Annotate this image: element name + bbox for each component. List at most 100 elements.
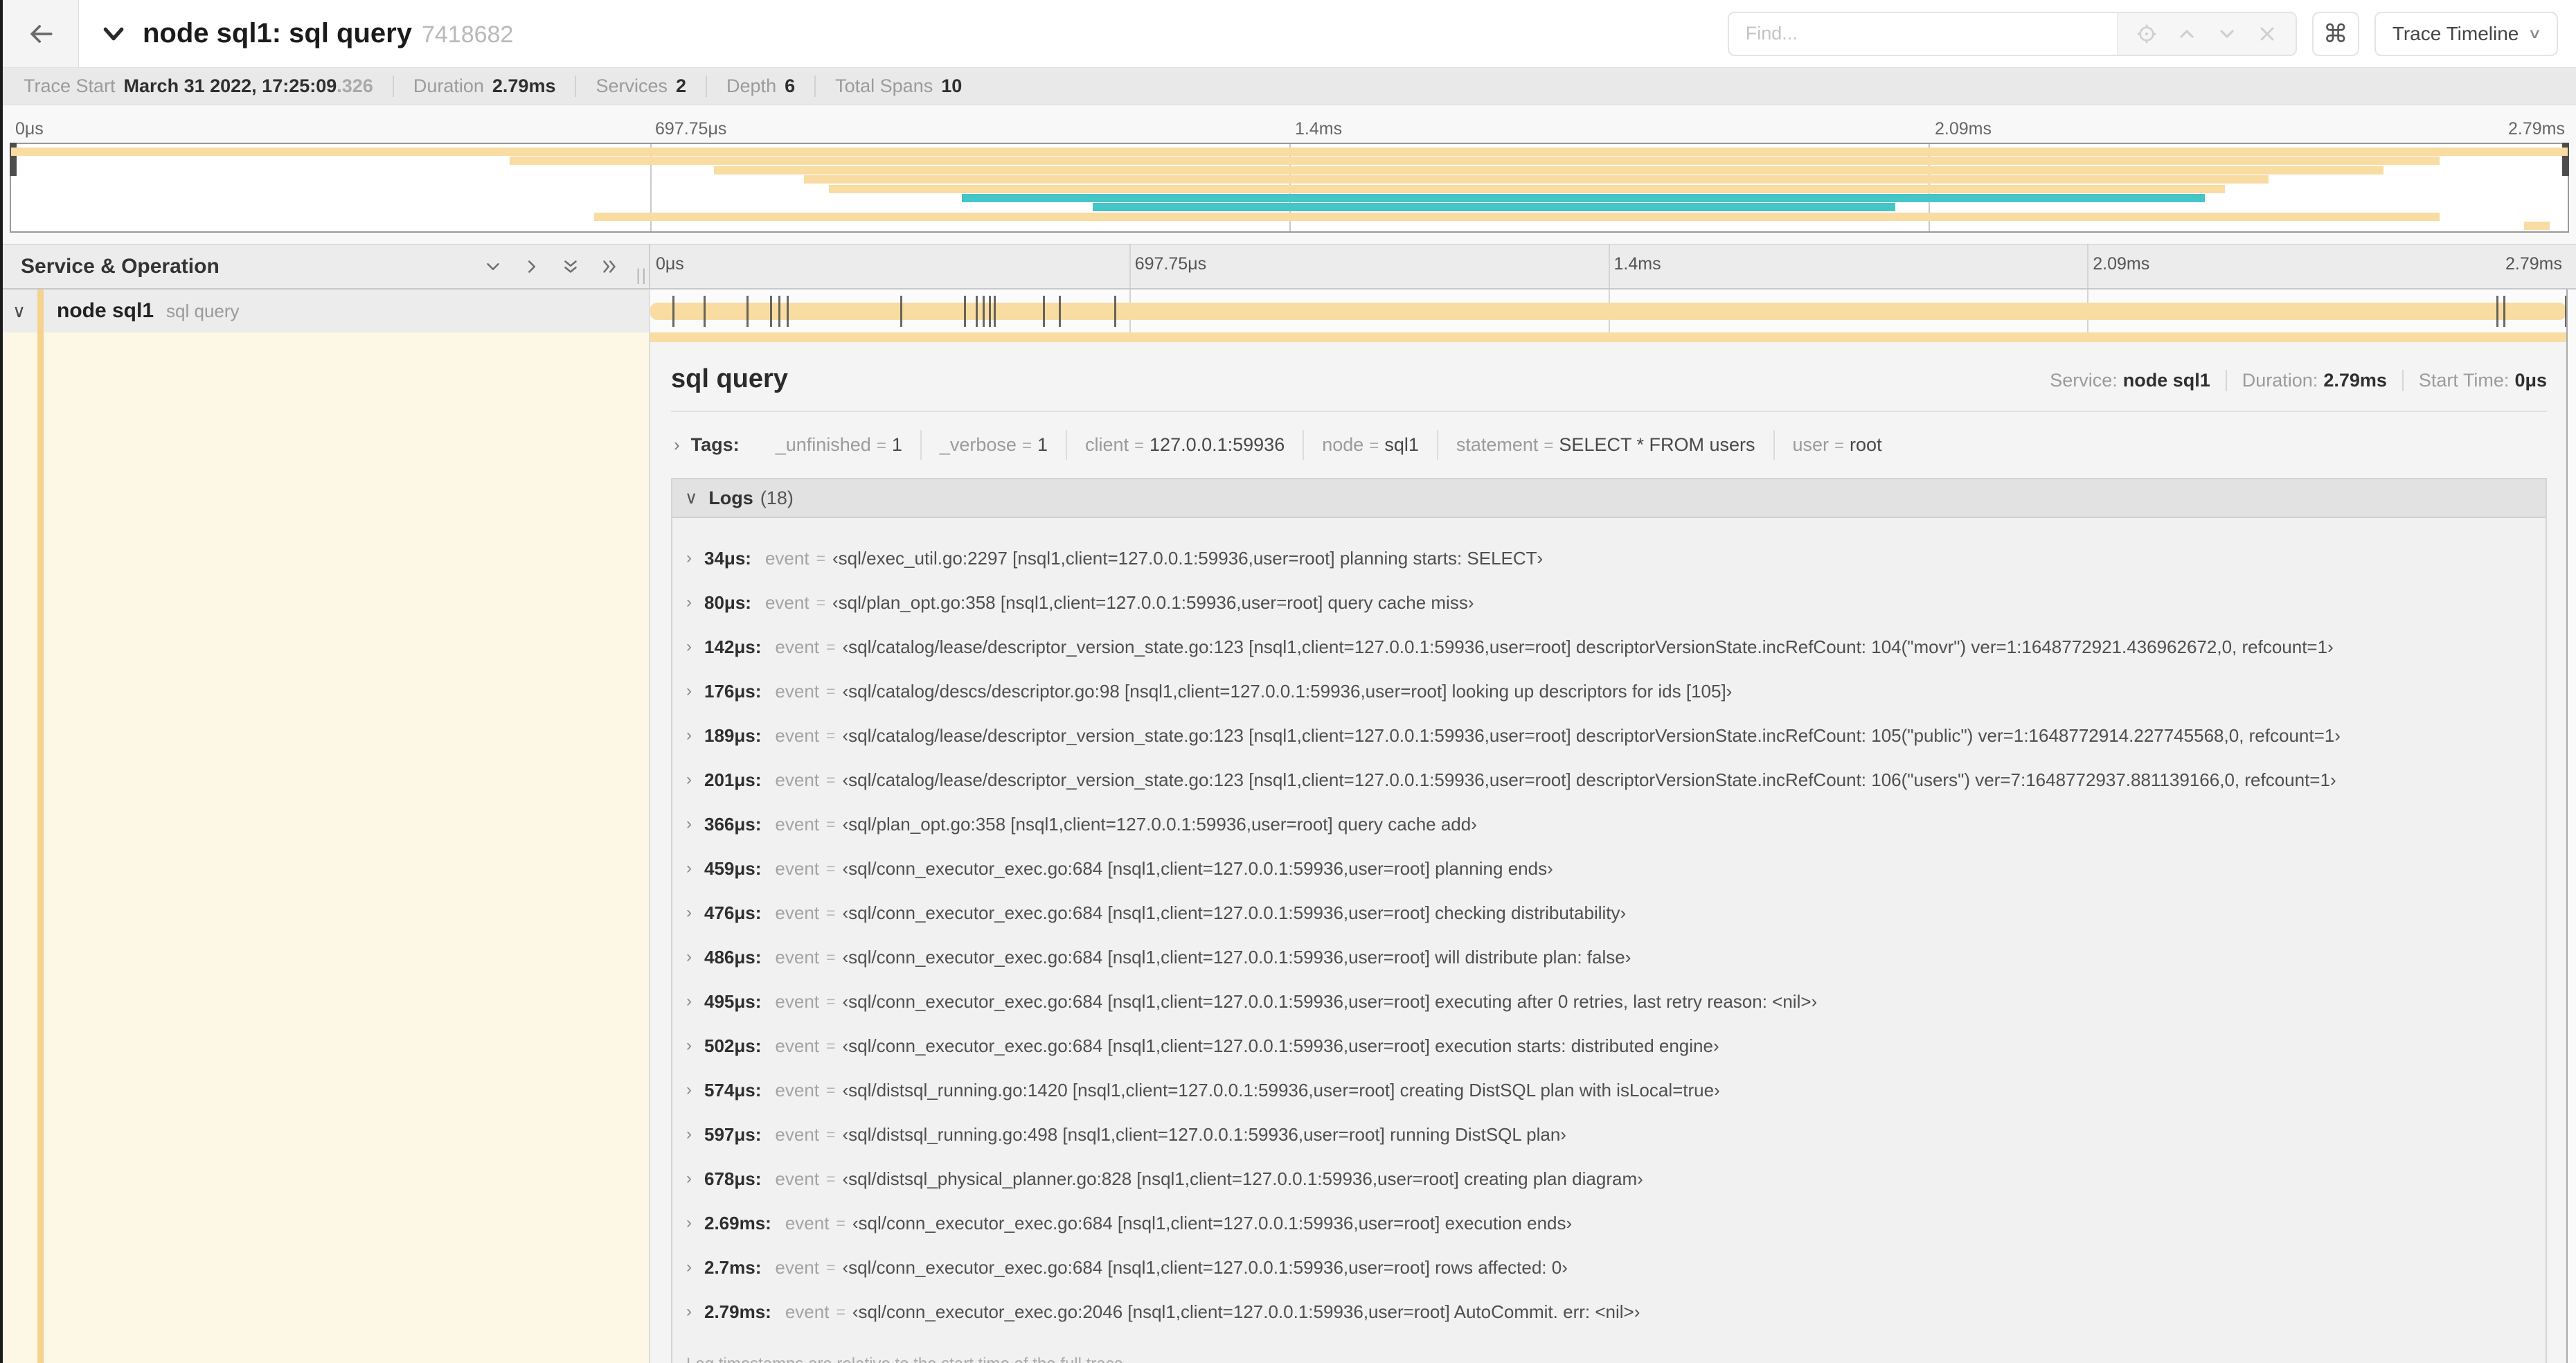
span-operation-name: sql query	[166, 300, 240, 321]
log-expand-chevron-icon: ›	[686, 1080, 692, 1099]
ruler-gridline	[1608, 244, 1610, 288]
log-equals: =	[826, 637, 836, 656]
span-detail-meta: Service: node sql1 Duration: 2.79ms Start Ti…	[2034, 370, 2547, 391]
log-row[interactable]: › 34μs: event = ‹sql/exec_util.go:2297 [nsql…	[672, 536, 2546, 580]
log-field-value: ‹sql/conn_executor_exec.go:684 [nsql1,cl…	[852, 1212, 1573, 1233]
log-row[interactable]: › 2.69ms: event = ‹sql/conn_executor_exec.go…	[672, 1201, 2546, 1245]
back-button[interactable]	[3, 0, 79, 67]
trace-collapse-chevron-icon[interactable]	[100, 20, 127, 48]
log-field-value: ‹sql/conn_executor_exec.go:684 [nsql1,cl…	[842, 990, 1818, 1012]
log-timestamp: 486μs:	[704, 946, 762, 968]
timeline-ruler: 0μs 697.75μs 1.4ms 2.09ms 2.79ms	[650, 244, 2566, 288]
log-row[interactable]: › 189μs: event = ‹sql/catalog/lease/descript…	[672, 713, 2546, 758]
expand-one-icon[interactable]	[521, 256, 542, 277]
log-row[interactable]: › 176μs: event = ‹sql/catalog/descs/descript…	[672, 669, 2546, 713]
log-field-key: event	[775, 1035, 820, 1056]
log-row[interactable]: › 495μs: event = ‹sql/conn_executor_exec.go:…	[672, 979, 2546, 1024]
log-row[interactable]: › 678μs: event = ‹sql/distsql_physical_plann…	[672, 1157, 2546, 1201]
log-row[interactable]: › 574μs: event = ‹sql/distsql_running.go:142…	[672, 1068, 2546, 1112]
log-marker-tick	[988, 296, 991, 327]
log-row[interactable]: › 80μs: event = ‹sql/plan_opt.go:358 [nsql1,…	[672, 580, 2546, 625]
log-field-key: event	[775, 636, 820, 657]
log-row[interactable]: › 459μs: event = ‹sql/conn_executor_exec.go:…	[672, 846, 2546, 891]
expand-all-icon[interactable]	[599, 256, 620, 277]
ruler-gridline	[1129, 244, 1131, 288]
ruler-tick-label: 697.75μs	[1134, 254, 1207, 274]
span-row-name-cell[interactable]: ∨ node sql1 sql query	[3, 289, 649, 332]
find-input[interactable]	[1728, 12, 2117, 55]
log-row[interactable]: › 486μs: event = ‹sql/conn_executor_exec.go:…	[672, 935, 2546, 979]
logs-note: Log timestamps are relative to the start…	[672, 1334, 2546, 1363]
trace-minimap-canvas[interactable]	[10, 143, 2569, 233]
log-row[interactable]: › 366μs: event = ‹sql/plan_opt.go:358 [nsql1…	[672, 802, 2546, 846]
span-meta-item: Service: node sql1	[2050, 370, 2210, 391]
log-row[interactable]: › 502μs: event = ‹sql/conn_executor_exec.go:…	[672, 1024, 2546, 1068]
ruler-tick-label: 1.4ms	[1295, 119, 1343, 139]
trace-view-selector-button[interactable]: Trace Timeline ∨	[2374, 11, 2558, 56]
find-group	[1727, 11, 2297, 56]
tag-item: client = 127.0.0.1:59936	[1065, 430, 1303, 460]
collapse-one-icon[interactable]	[483, 256, 503, 277]
log-timestamp: 574μs:	[704, 1079, 762, 1101]
log-timestamp: 142μs:	[704, 636, 762, 657]
log-expand-chevron-icon: ›	[686, 1258, 692, 1276]
log-timestamp: 459μs:	[704, 857, 762, 879]
collapse-all-icon[interactable]	[560, 256, 581, 277]
tags-label: Tags:	[690, 434, 740, 455]
span-service-name: node sql1	[57, 299, 154, 322]
log-field-value: ‹sql/conn_executor_exec.go:684 [nsql1,cl…	[842, 1035, 1719, 1056]
log-field-key: event	[764, 547, 810, 569]
log-field-key: event	[775, 902, 820, 923]
trace-summary-bar: Trace Start March 31 2022, 17:25:09.326 Du…	[3, 68, 2576, 105]
log-expand-chevron-icon: ›	[686, 726, 692, 745]
span-color-accent	[37, 289, 44, 332]
tags-row[interactable]: › Tags: _unfinished = 1 _verbose = 1 client = 12…	[671, 430, 2547, 460]
log-equals: =	[816, 549, 825, 567]
span-duration-bar[interactable]	[650, 303, 2566, 320]
log-equals: =	[826, 859, 836, 878]
log-timestamp: 2.69ms:	[704, 1212, 771, 1233]
log-row[interactable]: › 476μs: event = ‹sql/conn_executor_exec.go:…	[672, 891, 2546, 935]
next-match-icon[interactable]	[2210, 17, 2244, 51]
keyboard-shortcuts-button[interactable]: ⌘	[2311, 11, 2359, 56]
log-timestamp: 366μs:	[704, 813, 762, 835]
column-resize-handle[interactable]: ||	[636, 266, 647, 285]
log-field-value: ‹sql/conn_executor_exec.go:684 [nsql1,cl…	[842, 857, 1553, 879]
clear-find-icon[interactable]	[2250, 17, 2284, 51]
log-marker-tick	[993, 296, 996, 327]
span-bar-row[interactable]	[650, 289, 2567, 332]
log-field-key: event	[775, 1168, 820, 1189]
log-field-key: event	[775, 1256, 819, 1278]
log-marker-tick	[1059, 296, 1062, 327]
log-field-key: event	[775, 680, 820, 702]
log-expand-chevron-icon: ›	[686, 814, 692, 833]
vertical-scrollbar[interactable]	[2566, 289, 2576, 1363]
log-timestamp: 2.7ms:	[704, 1256, 762, 1278]
log-field-value: ‹sql/distsql_running.go:498 [nsql1,clien…	[842, 1123, 1566, 1145]
log-field-value: ‹sql/conn_executor_exec.go:684 [nsql1,cl…	[842, 946, 1631, 968]
summary-item: Depth 6	[706, 75, 814, 97]
log-row[interactable]: › 142μs: event = ‹sql/catalog/lease/descript…	[672, 625, 2546, 669]
log-equals: =	[826, 726, 836, 745]
tag-item: user = root	[1773, 430, 1900, 460]
logs-header[interactable]: ∨ Logs (18)	[672, 479, 2546, 518]
span-collapse-chevron-icon[interactable]: ∨	[12, 301, 37, 322]
log-equals: =	[826, 1080, 836, 1099]
log-row[interactable]: › 201μs: event = ‹sql/catalog/lease/descript…	[672, 758, 2546, 802]
focus-match-icon[interactable]	[2129, 17, 2164, 51]
log-row[interactable]: › 2.7ms: event = ‹sql/conn_executor_exec.go:…	[672, 1245, 2546, 1290]
log-field-key: event	[775, 1079, 820, 1101]
detail-divider	[671, 411, 2547, 412]
page-title: node sql1: sql query 7418682	[143, 18, 514, 48]
log-row[interactable]: › 597μs: event = ‹sql/distsql_running.go:498…	[672, 1112, 2546, 1157]
minimap-span-bar	[962, 194, 2205, 202]
log-field-key: event	[775, 857, 820, 879]
log-equals: =	[826, 992, 836, 1010]
log-equals: =	[826, 682, 836, 700]
log-expand-chevron-icon: ›	[686, 1213, 692, 1232]
span-detail-name-column	[3, 332, 649, 1363]
prev-match-icon[interactable]	[2170, 17, 2204, 51]
log-marker-tick	[769, 296, 772, 327]
log-field-value: ‹sql/catalog/lease/descriptor_version_st…	[842, 769, 2336, 790]
log-row[interactable]: › 2.79ms: event = ‹sql/conn_executor_exec.go…	[672, 1290, 2546, 1334]
